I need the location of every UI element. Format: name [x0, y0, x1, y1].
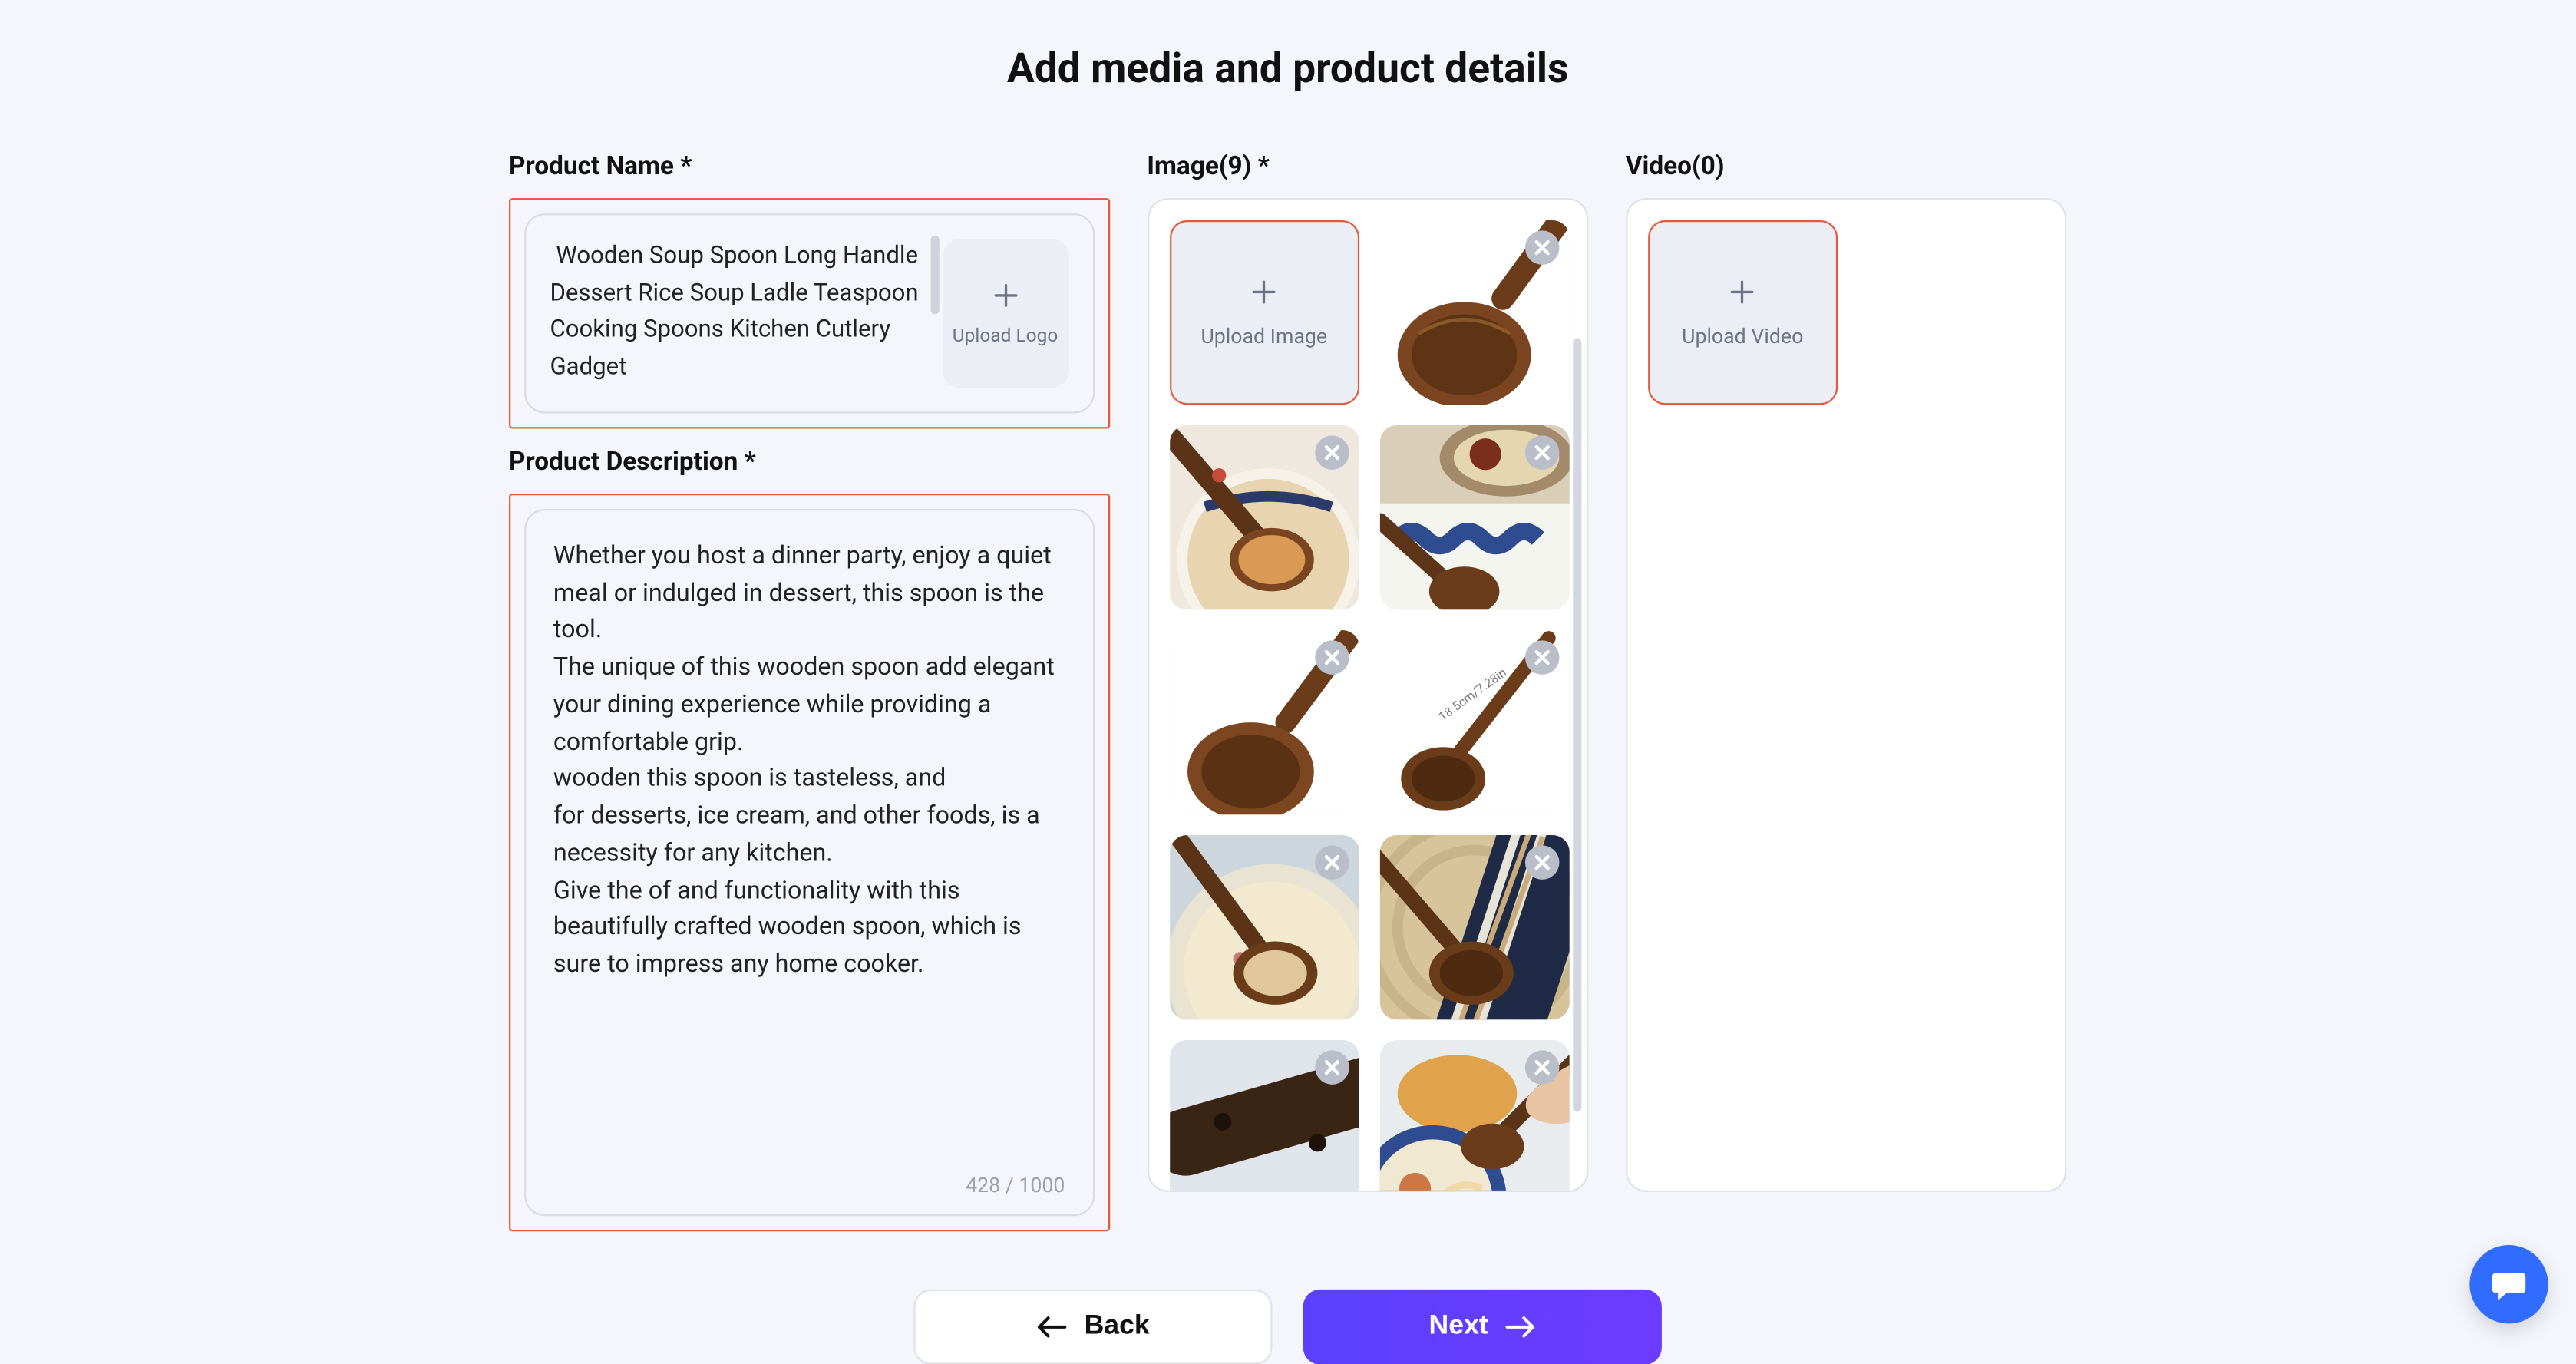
video-section-label: Video(0) — [1626, 150, 2067, 181]
upload-logo-label: Upload Logo — [953, 324, 1058, 346]
image-thumb[interactable] — [1379, 425, 1569, 609]
image-thumb[interactable] — [1379, 835, 1569, 1019]
product-name-box: Wooden Soup Spoon Long Handle Dessert Ri… — [524, 213, 1094, 413]
product-name-label: Product Name * — [509, 150, 1109, 181]
upload-image-button[interactable]: Upload Image — [1169, 220, 1359, 405]
image-section-label: Image(9) * — [1147, 150, 1588, 181]
close-icon — [1534, 1059, 1551, 1076]
back-button[interactable]: Back — [913, 1289, 1272, 1364]
chat-icon — [2488, 1263, 2529, 1304]
upload-video-label: Upload Video — [1682, 325, 1803, 348]
close-icon — [1323, 444, 1340, 461]
plus-icon — [1727, 276, 1758, 307]
plus-icon — [1249, 276, 1280, 307]
product-description-highlight: Whether you host a dinner party, enjoy a… — [509, 493, 1109, 1230]
arrow-left-icon — [1036, 1315, 1067, 1339]
next-button-label: Next — [1429, 1311, 1488, 1342]
image-thumb[interactable] — [1169, 425, 1359, 609]
product-name-input[interactable]: Wooden Soup Spoon Long Handle Dessert Ri… — [550, 239, 925, 388]
remove-image-button[interactable] — [1524, 845, 1559, 880]
description-counter: 428 / 1000 — [966, 1173, 1065, 1197]
close-icon — [1323, 649, 1340, 665]
product-name-scrollbar[interactable] — [930, 236, 939, 314]
next-button[interactable]: Next — [1303, 1289, 1662, 1364]
image-panel: Upload Image — [1147, 198, 1588, 1192]
page-title: Add media and product details — [0, 0, 2575, 92]
close-icon — [1534, 854, 1551, 871]
image-grid: Upload Image — [1169, 220, 1569, 1192]
footer-actions: Back Next — [0, 1289, 2575, 1364]
upload-image-label: Upload Image — [1200, 325, 1327, 348]
remove-image-button[interactable] — [1524, 435, 1559, 470]
remove-image-button[interactable] — [1315, 435, 1349, 470]
remove-image-button[interactable] — [1524, 230, 1559, 265]
close-icon — [1534, 444, 1551, 461]
remove-image-button[interactable] — [1524, 640, 1559, 675]
close-icon — [1323, 1059, 1340, 1076]
image-thumb[interactable] — [1169, 1040, 1359, 1192]
close-icon — [1323, 854, 1340, 871]
product-description-input[interactable]: Whether you host a dinner party, enjoy a… — [553, 537, 1065, 983]
remove-image-button[interactable] — [1315, 1050, 1349, 1085]
chat-launcher-button[interactable] — [2469, 1245, 2548, 1323]
back-button-label: Back — [1085, 1311, 1150, 1342]
product-description-box: Whether you host a dinner party, enjoy a… — [524, 508, 1094, 1215]
remove-image-button[interactable] — [1524, 1050, 1559, 1085]
remove-image-button[interactable] — [1315, 845, 1349, 880]
close-icon — [1534, 239, 1551, 256]
image-thumb[interactable]: 18.5cm/7.28in — [1379, 630, 1569, 814]
upload-logo-button[interactable]: Upload Logo — [942, 239, 1068, 388]
image-thumb[interactable] — [1169, 835, 1359, 1019]
image-thumb[interactable] — [1379, 1040, 1569, 1192]
video-panel: Upload Video — [1626, 198, 2067, 1192]
product-description-label: Product Description * — [509, 445, 1109, 476]
arrow-right-icon — [1505, 1315, 1536, 1339]
image-thumb[interactable] — [1379, 220, 1569, 405]
remove-image-button[interactable] — [1315, 640, 1349, 675]
product-name-highlight: Wooden Soup Spoon Long Handle Dessert Ri… — [509, 198, 1109, 428]
close-icon — [1534, 649, 1551, 665]
video-grid: Upload Video — [1648, 220, 2048, 405]
image-thumb[interactable] — [1169, 630, 1359, 814]
upload-video-button[interactable]: Upload Video — [1648, 220, 1838, 405]
plus-icon — [990, 280, 1021, 311]
image-panel-scrollbar[interactable] — [1573, 339, 1581, 1111]
